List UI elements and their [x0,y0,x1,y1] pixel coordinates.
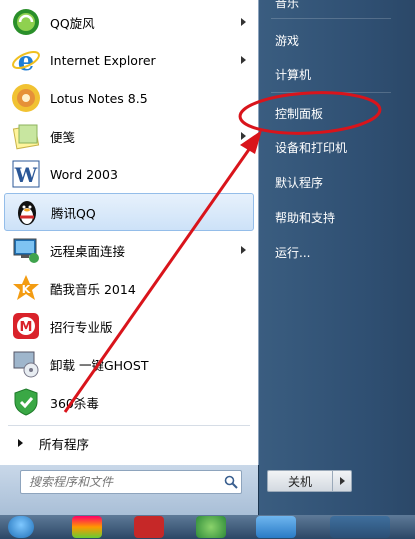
qq-whirlwind-icon [10,6,42,38]
program-item-lotus-notes[interactable]: Lotus Notes 8.5 [4,79,254,117]
shutdown-control: 关机 [267,470,352,492]
divider [8,425,250,426]
right-item-run[interactable]: 运行... [259,237,415,267]
program-label: Lotus Notes 8.5 [50,90,148,106]
cmb-bank-icon: M [10,310,42,342]
program-item-360-antivirus[interactable]: 360杀毒 [4,383,254,421]
divider [271,92,391,93]
right-item-label: 计算机 [275,67,312,82]
submenu-arrow-icon[interactable] [241,246,246,254]
search-box[interactable] [20,470,242,494]
taskbar-app-icon[interactable] [134,516,164,538]
program-label: 远程桌面连接 [50,243,126,259]
program-label: 腾讯QQ [51,205,96,221]
taskbar-app-icon[interactable] [196,516,226,538]
start-orb-icon[interactable] [8,516,34,538]
360-antivirus-icon [10,386,42,418]
program-item-sticky-notes[interactable]: 便笺 [4,117,254,155]
submenu-arrow-icon[interactable] [241,132,246,140]
remote-desktop-icon [10,234,42,266]
program-item-cmb-bank[interactable]: M 招行专业版 [4,307,254,345]
shutdown-options-button[interactable] [333,470,352,492]
search-area [0,465,258,515]
taskbar-app-icon[interactable] [256,516,296,538]
program-label: 便笺 [50,129,76,145]
expand-arrow-icon [18,439,23,447]
right-item-label: 运行... [275,245,311,260]
right-item-help-support[interactable]: 帮助和支持 [259,202,415,232]
svg-text:K: K [22,283,31,296]
lotus-notes-icon [10,82,42,114]
kuwo-music-icon: K [10,272,42,304]
program-item-remote-desktop[interactable]: 远程桌面连接 [4,231,254,269]
right-item-label: 游戏 [275,33,300,48]
program-label: Internet Explorer [50,52,156,68]
program-label: 360杀毒 [50,395,99,411]
submenu-arrow-icon[interactable] [241,18,246,26]
right-item-label: 默认程序 [275,175,324,190]
all-programs-button[interactable]: 所有程序 [4,430,254,456]
shutdown-button[interactable]: 关机 [267,470,333,492]
qq-penguin-icon [11,196,43,228]
program-label: Word 2003 [50,166,118,182]
submenu-arrow-icon[interactable] [241,56,246,64]
program-item-qq-whirlwind[interactable]: QQ旋风 [4,3,254,41]
program-item-kuwo-music[interactable]: K 酷我音乐 2014 [4,269,254,307]
program-item-internet-explorer[interactable]: e Internet Explorer [4,41,254,79]
all-programs-label: 所有程序 [39,436,90,452]
program-item-tencent-qq[interactable]: 腾讯QQ [4,193,254,231]
right-item-label: 设备和打印机 [275,140,348,155]
right-item-label: 帮助和支持 [275,210,336,225]
program-label: 卸载 一键GHOST [50,357,149,373]
uninstall-ghost-icon [10,348,42,380]
search-icon[interactable] [221,475,241,489]
right-item-music[interactable]: 音乐 [259,0,415,17]
program-item-uninstall-ghost[interactable]: 卸载 一键GHOST [4,345,254,383]
right-item-games[interactable]: 游戏 [259,25,415,55]
taskbar [0,515,415,539]
right-item-label: 控制面板 [275,106,324,121]
app-launcher-icon[interactable] [72,516,102,538]
search-input[interactable] [21,474,221,490]
right-item-devices-printers[interactable]: 设备和打印机 [259,132,415,162]
right-item-default-programs[interactable]: 默认程序 [259,167,415,197]
shutdown-label: 关机 [287,474,312,489]
program-label: QQ旋风 [50,15,95,31]
chevron-right-icon [339,477,345,485]
divider [271,18,391,19]
svg-text:W: W [14,163,38,187]
program-label: 酷我音乐 2014 [50,281,136,297]
program-item-word-2003[interactable]: W Word 2003 [4,155,254,193]
right-item-label: 音乐 [275,0,300,10]
internet-explorer-icon: e [10,44,42,76]
right-item-control-panel[interactable]: 控制面板 [259,98,415,128]
sticky-notes-icon [10,120,42,152]
watermark-logo-icon [330,516,390,538]
pinned-programs-list: QQ旋风 e Internet Explorer Lotus Notes 8.5… [4,3,254,421]
start-menu-programs-pane: QQ旋风 e Internet Explorer Lotus Notes 8.5… [0,0,259,465]
start-menu-places-pane: 音乐 游戏 计算机 控制面板 设备和打印机 默认程序 帮助和支持 运行... [259,0,415,515]
svg-text:M: M [20,320,33,335]
program-label: 招行专业版 [50,319,113,335]
right-item-computer[interactable]: 计算机 [259,59,415,89]
word-icon: W [10,158,42,190]
